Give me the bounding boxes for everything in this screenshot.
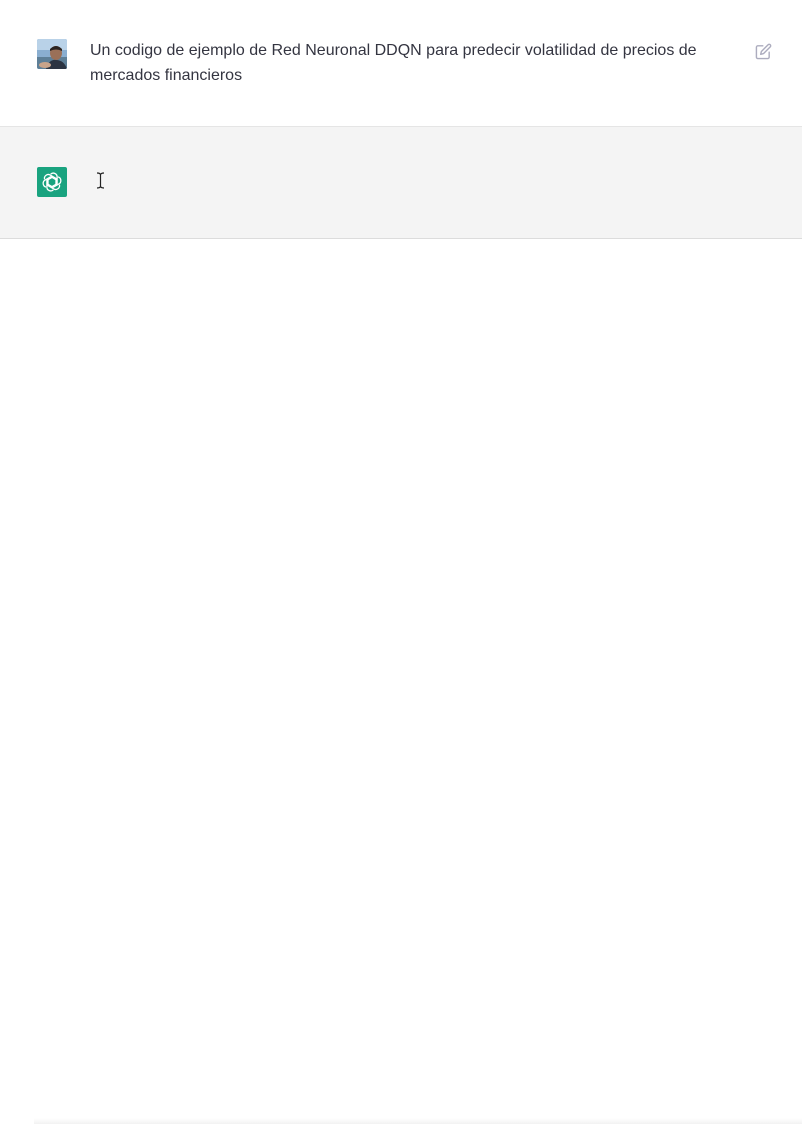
chat-page: Un codigo de ejemplo de Red Neuronal DDQ…: [0, 0, 802, 1124]
user-message-row: Un codigo de ejemplo de Red Neuronal DDQ…: [0, 0, 802, 127]
bottom-input-fade: [34, 1118, 802, 1124]
text-cursor-icon: [96, 172, 105, 189]
openai-logo-icon: [37, 167, 67, 197]
edit-icon[interactable]: [755, 43, 772, 60]
user-avatar: [37, 39, 67, 69]
assistant-message-row: [0, 127, 802, 239]
user-message-text: Un codigo de ejemplo de Red Neuronal DDQ…: [90, 42, 697, 84]
